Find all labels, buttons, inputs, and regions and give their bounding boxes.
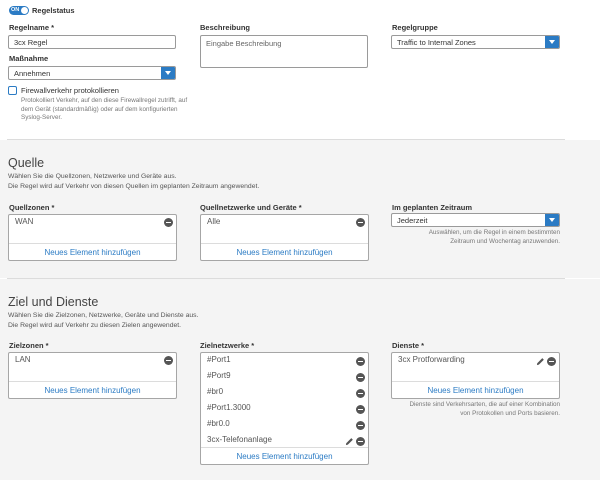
source-subtitle: Wählen Sie die Quellzonen, Netzwerke und… (8, 173, 260, 190)
list-item: 3cx-Telefonanlage (207, 435, 272, 444)
list-item: WAN (15, 217, 34, 226)
rule-name-input[interactable]: 3cx Regel (8, 35, 176, 49)
chevron-down-icon (545, 36, 559, 48)
source-title: Quelle (8, 156, 45, 170)
description-label: Beschreibung (200, 23, 251, 32)
rule-group-value: Traffic to Internal Zones (397, 38, 476, 47)
remove-circle-icon[interactable] (356, 389, 365, 398)
list-item: #Port9 (207, 371, 231, 380)
schedule-label: Im geplanten Zeitraum (392, 203, 473, 212)
list-item: 3cx Protforwarding (398, 355, 465, 364)
remove-circle-icon[interactable] (547, 357, 556, 366)
pencil-icon[interactable] (345, 437, 354, 446)
services-label: Dienste * (392, 341, 425, 350)
source-zones-list: WAN Neues Element hinzufügen (8, 214, 177, 261)
rule-status-label: Regelstatus (32, 6, 75, 15)
action-select[interactable]: Annehmen (8, 66, 176, 80)
rule-status-toggle[interactable]: ON (9, 6, 29, 15)
destination-zones-label: Zielzonen * (9, 341, 49, 350)
list-item: #Port1.3000 (207, 403, 251, 412)
schedule-value: Jederzeit (397, 216, 428, 225)
destination-zones-list: LAN Neues Element hinzufügen (8, 352, 177, 399)
rule-group-label: Regelgruppe (392, 23, 438, 32)
remove-circle-icon[interactable] (356, 405, 365, 414)
destination-networks-list: #Port1 #Port9 #br0 #Port1.3000 #br0.0 3c… (200, 352, 369, 465)
log-traffic-label[interactable]: Firewallverkehr protokollieren (21, 86, 119, 95)
toggle-on-label: ON (11, 6, 20, 13)
add-item-button[interactable]: Neues Element hinzufügen (201, 243, 368, 260)
remove-circle-icon[interactable] (164, 356, 173, 365)
remove-circle-icon[interactable] (164, 218, 173, 227)
description-textarea[interactable]: Eingabe Beschreibung (200, 35, 368, 68)
list-item: LAN (15, 355, 31, 364)
action-value: Annehmen (14, 69, 51, 78)
add-item-button[interactable]: Neues Element hinzufügen (9, 243, 176, 260)
chevron-down-icon (161, 67, 175, 79)
schedule-help: Auswählen, um die Regel in einem bestimm… (428, 229, 560, 245)
services-list: 3cx Protforwarding Neues Element hinzufü… (391, 352, 560, 399)
destination-title: Ziel und Dienste (8, 295, 99, 309)
action-label: Maßnahme (9, 54, 49, 63)
add-item-button[interactable]: Neues Element hinzufügen (392, 381, 559, 398)
add-item-button[interactable]: Neues Element hinzufügen (9, 381, 176, 398)
list-item: #br0 (207, 387, 224, 396)
source-networks-list: Alle Neues Element hinzufügen (200, 214, 369, 261)
destination-subtitle: Wählen Sie die Zielzonen, Netzwerke, Ger… (8, 312, 199, 329)
log-traffic-checkbox[interactable] (8, 86, 17, 95)
remove-circle-icon[interactable] (356, 373, 365, 382)
chevron-down-icon (545, 214, 559, 226)
log-traffic-help: Protokolliert Verkehr, auf den diese Fir… (21, 97, 188, 121)
schedule-select[interactable]: Jederzeit (391, 213, 560, 227)
remove-circle-icon[interactable] (356, 357, 365, 366)
add-item-button[interactable]: Neues Element hinzufügen (201, 447, 368, 464)
remove-circle-icon[interactable] (356, 218, 365, 227)
destination-networks-label: Zielnetzwerke * (200, 341, 255, 350)
list-item: #Port1 (207, 355, 231, 364)
source-networks-label: Quellnetzwerke und Geräte * (200, 203, 302, 212)
rule-name-label: Regelname * (9, 23, 55, 32)
services-help: Dienste sind Verkehrsarten, die auf eine… (409, 401, 560, 417)
remove-circle-icon[interactable] (356, 437, 365, 446)
list-item: #br0.0 (207, 419, 230, 428)
toggle-knob (21, 7, 28, 14)
rule-group-select[interactable]: Traffic to Internal Zones (391, 35, 560, 49)
pencil-icon[interactable] (536, 357, 545, 366)
remove-circle-icon[interactable] (356, 421, 365, 430)
source-zones-label: Quellzonen * (9, 203, 55, 212)
list-item: Alle (207, 217, 221, 226)
